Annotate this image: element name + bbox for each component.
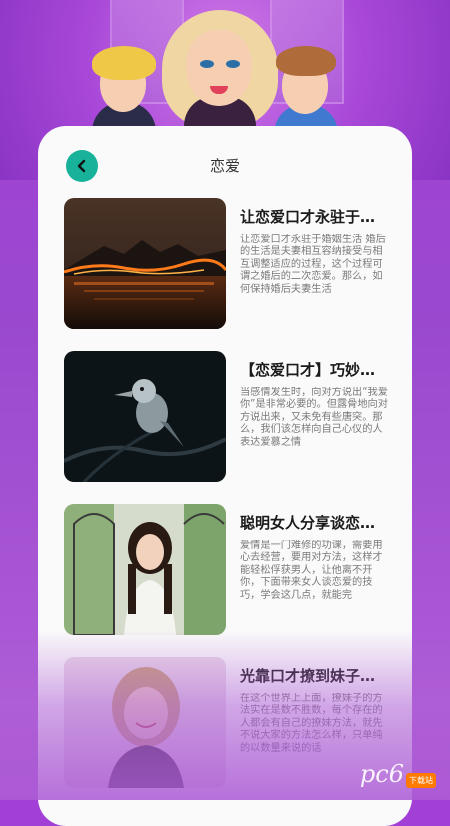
article-desc: 当感情发生时，向对方说出“我爱你”是非常必要的。但露骨地向对方说出来，又未免有些…	[240, 387, 388, 448]
character-left-man	[84, 44, 164, 142]
woman-garden-photo	[64, 504, 226, 635]
article-title: 【恋爱口才】巧妙…	[240, 361, 376, 379]
header-bar: 恋爱	[38, 126, 412, 204]
article-item[interactable]: 【恋爱口才】巧妙… 当感情发生时，向对方说出“我爱你”是非常必要的。但露骨地向对…	[64, 351, 394, 482]
watermark-text: pc6	[359, 760, 404, 788]
character-center-woman	[160, 4, 280, 136]
article-desc: 让恋爱口才永驻于婚姻生活 婚后的生活是夫妻相互容纳接受与相互调整适应的过程，这个…	[240, 234, 386, 295]
article-item[interactable]: 光靠口才撩到妹子… 在这个世界上上面，撩妹子的方法实在是数不胜数，每个存在的人都…	[64, 657, 394, 788]
article-title: 光靠口才撩到妹子…	[240, 667, 376, 685]
article-desc: 爱情是一门难修的功课，需要用心去经营，要用对方法，这样才能轻松俘获男人，让他离不…	[240, 540, 383, 601]
article-item[interactable]: 聪明女人分享谈恋… 爱情是一门难修的功课，需要用心去经营，要用对方法，这样才能轻…	[64, 504, 394, 635]
forest-fire-photo	[64, 198, 226, 329]
watermark-badge: 下载站	[406, 772, 436, 788]
page-title: 恋爱	[209, 157, 240, 175]
content-card: 恋爱 让恋爱口才永驻于… 让恋爱口才永驻于婚姻生活 婚后的生活是夫妻相互容纳接受…	[38, 126, 412, 826]
article-list: 让恋爱口才永驻于… 让恋爱口才永驻于婚姻生活 婚后的生活是夫妻相互容纳接受与相互…	[64, 198, 394, 810]
kookaburra-bird-photo	[64, 351, 226, 482]
article-desc: 在这个世界上上面，撩妹子的方法实在是数不胜数，每个存在的人都会有自己的撩妹方法，…	[240, 693, 383, 754]
character-right-man	[268, 44, 344, 144]
article-title: 聪明女人分享谈恋…	[240, 514, 376, 532]
article-item[interactable]: 让恋爱口才永驻于… 让恋爱口才永驻于婚姻生活 婚后的生活是夫妻相互容纳接受与相互…	[64, 198, 394, 329]
pc6-watermark: pc6 下载站	[360, 760, 436, 788]
article-title: 让恋爱口才永驻于…	[240, 208, 376, 226]
smiling-woman-photo	[64, 657, 226, 788]
